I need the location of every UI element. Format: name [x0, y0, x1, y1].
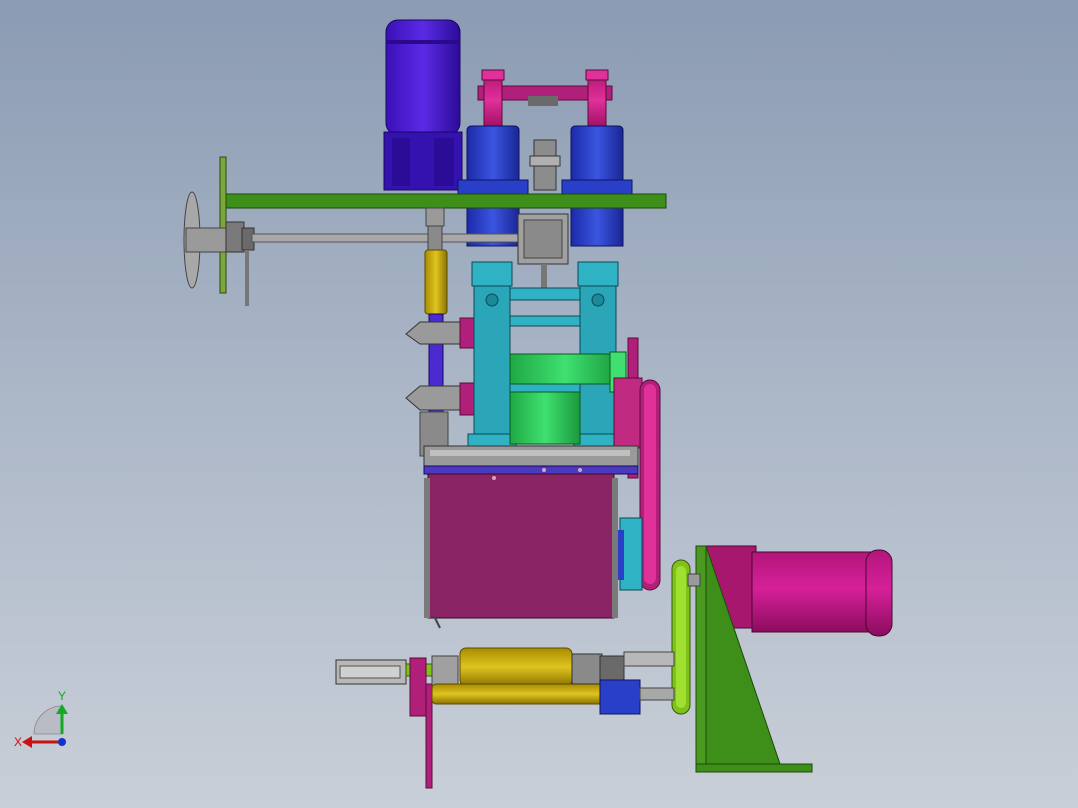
horizontal-shaft[interactable]: [251, 233, 523, 243]
x-axis-label: X: [14, 735, 22, 749]
upper-cone-tool[interactable]: [405, 317, 475, 349]
z-axis-dot: [58, 738, 66, 746]
center-adjuster[interactable]: [529, 139, 561, 191]
gear-housing[interactable]: [424, 468, 618, 629]
top-motor[interactable]: [383, 19, 463, 191]
axis-triad: Y X: [14, 689, 68, 749]
stand-base[interactable]: [423, 445, 639, 475]
y-axis-label: Y: [58, 689, 66, 703]
bottom-roller-assembly[interactable]: [335, 647, 675, 789]
left-flange[interactable]: [219, 156, 227, 294]
graphics-viewport[interactable]: Y X: [0, 0, 1078, 808]
lower-cone-tool[interactable]: [405, 382, 475, 416]
right-cylinder[interactable]: [561, 125, 633, 247]
top-plate[interactable]: [223, 193, 667, 209]
assembly-model[interactable]: Y X: [0, 0, 1078, 808]
center-gearbox[interactable]: [517, 213, 569, 294]
handwheel[interactable]: [183, 191, 255, 306]
top-linkage[interactable]: [477, 69, 613, 131]
